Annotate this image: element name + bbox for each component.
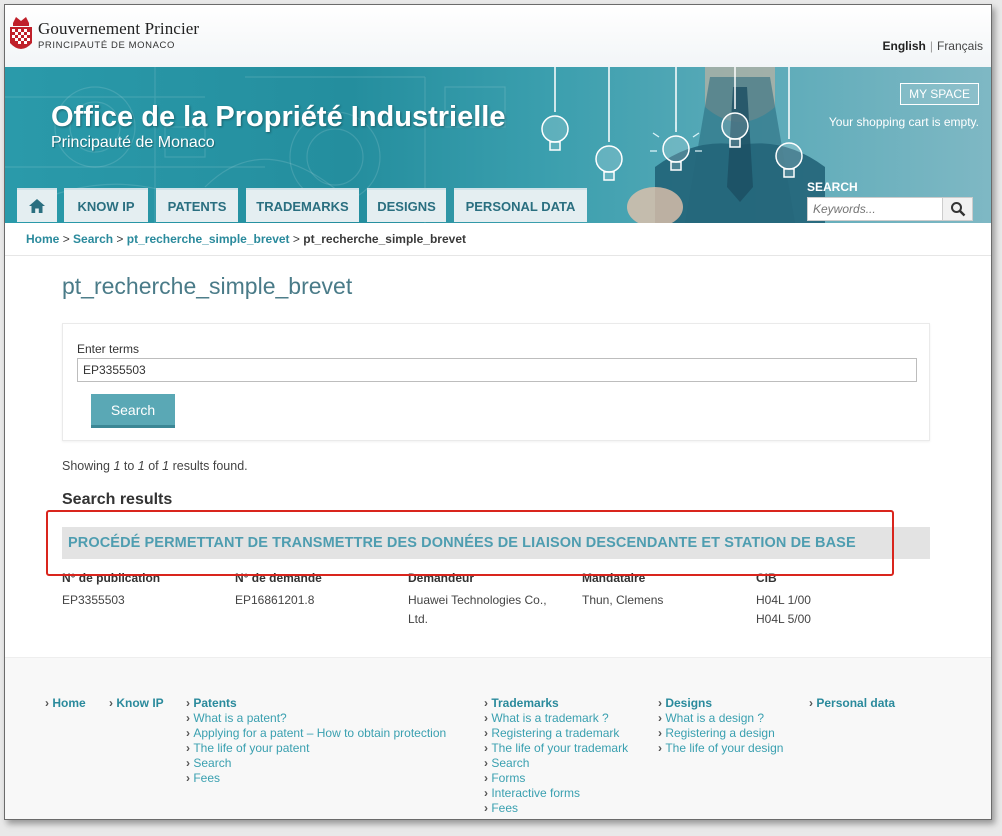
col-value-ipc: H04L 1/00 H04L 5/00 (756, 591, 811, 629)
footer-patents-heading[interactable]: Patents (186, 696, 446, 711)
footer-know-ip-link[interactable]: Know IP (109, 696, 163, 711)
breadcrumb-separator: > (116, 232, 124, 246)
footer-col-know-ip: Know IP (109, 696, 163, 711)
site-search-box (807, 197, 973, 221)
applicant-line-1: Huawei Technologies Co., (408, 593, 547, 607)
nav-tab-know-ip[interactable]: KNOW IP (64, 188, 148, 222)
search-label: SEARCH (807, 180, 858, 194)
footer-designs-link[interactable]: What is a design ? (658, 711, 783, 726)
my-space-button[interactable]: MY SPACE (900, 83, 979, 105)
office-subtitle: Principauté de Monaco (51, 134, 215, 151)
applicant-line-2: Ltd. (408, 612, 429, 626)
lang-english-link[interactable]: English (883, 39, 926, 53)
footer-designs-heading[interactable]: Designs (658, 696, 783, 711)
results-heading: Search results (62, 491, 173, 508)
footer-col-patents: Patents What is a patent? Applying for a… (186, 696, 446, 786)
hero-banner: Office de la Propriété Industrielle Prin… (5, 67, 991, 223)
breadcrumb-search-link[interactable]: Search (73, 232, 113, 246)
col-value-application: EP16861201.8 (235, 591, 314, 610)
footer-trademarks-link[interactable]: Registering a trademark (484, 726, 628, 741)
breadcrumb-separator: > (292, 232, 300, 246)
col-value-applicant: Huawei Technologies Co., Ltd. (408, 591, 547, 629)
col-value-agent: Thun, Clemens (582, 591, 663, 610)
footer-personal-data-link[interactable]: Personal data (809, 696, 895, 711)
footer-trademarks-heading[interactable]: Trademarks (484, 696, 628, 711)
government-name[interactable]: Gouvernement Princier (38, 19, 199, 39)
language-switcher: English | Français (883, 39, 983, 53)
monaco-crown-logo-icon[interactable] (8, 13, 34, 55)
nav-tab-personal-data[interactable]: PERSONAL DATA (454, 188, 587, 222)
results-count-prefix: Showing (62, 459, 110, 473)
result-title-bar[interactable]: PROCÉDÉ PERMETTANT DE TRANSMETTRE DES DO… (62, 527, 930, 559)
col-header-ipc: CIB (756, 571, 777, 585)
footer-col-home: Home (45, 696, 85, 711)
footer-designs-link[interactable]: Registering a design (658, 726, 783, 741)
top-bar: Gouvernement Princier PRINCIPAUTÉ DE MON… (5, 5, 991, 67)
nav-tab-trademarks[interactable]: TRADEMARKS (246, 188, 359, 222)
breadcrumb-separator: > (62, 232, 70, 246)
lang-separator: | (929, 39, 933, 53)
col-header-agent: Mandataire (582, 571, 646, 585)
results-count-from: 1 (113, 459, 121, 473)
results-count: Showing 1 to 1 of 1 results found. (62, 459, 248, 473)
breadcrumb-home-link[interactable]: Home (26, 232, 59, 246)
footer-trademarks-link[interactable]: Forms (484, 771, 628, 786)
col-header-application: N° de demande (235, 571, 322, 585)
results-count-suffix: results found. (172, 459, 248, 473)
results-count-total: 1 (162, 459, 170, 473)
footer-patents-link[interactable]: What is a patent? (186, 711, 446, 726)
col-header-publication: N° de publication (62, 571, 161, 585)
footer-col-trademarks: Trademarks What is a trademark ? Registe… (484, 696, 628, 816)
browser-frame: Gouvernement Princier PRINCIPAUTÉ DE MON… (4, 4, 992, 820)
breadcrumb-page-link[interactable]: pt_recherche_simple_brevet (127, 232, 290, 246)
results-count-to-word: to (123, 459, 135, 473)
site-search-input[interactable] (808, 198, 942, 220)
breadcrumb: Home > Search > pt_recherche_simple_brev… (26, 232, 466, 246)
site-search-button[interactable] (942, 198, 972, 220)
nav-tab-home[interactable] (17, 188, 57, 222)
search-submit-button[interactable]: Search (91, 394, 175, 428)
footer-patents-link[interactable]: Fees (186, 771, 446, 786)
search-panel: Enter terms Search (62, 323, 930, 441)
application-number: EP16861201.8 (235, 593, 315, 607)
page-title: pt_recherche_simple_brevet (62, 273, 353, 299)
col-header-applicant: Demandeur (408, 571, 475, 585)
terms-label: Enter terms (77, 342, 140, 356)
publication-number: EP3355503 (62, 593, 125, 607)
home-icon (29, 199, 45, 214)
nav-tab-patents[interactable]: PATENTS (156, 188, 238, 222)
footer-col-designs: Designs What is a design ? Registering a… (658, 696, 783, 756)
office-title: Office de la Propriété Industrielle (51, 101, 506, 133)
agent-name: Thun, Clemens (582, 593, 664, 607)
footer-trademarks-link[interactable]: Fees (484, 801, 628, 816)
government-subtitle: PRINCIPAUTÉ DE MONACO (38, 40, 175, 51)
footer-patents-link[interactable]: Applying for a patent – How to obtain pr… (186, 726, 446, 741)
footer-trademarks-link[interactable]: What is a trademark ? (484, 711, 628, 726)
footer-home-link[interactable]: Home (45, 696, 85, 711)
footer-designs-link[interactable]: The life of your design (658, 741, 783, 756)
footer-col-personal-data: Personal data (809, 696, 895, 711)
footer-patents-link[interactable]: The life of your patent (186, 741, 446, 756)
breadcrumb-divider (5, 255, 991, 256)
nav-tab-designs[interactable]: DESIGNS (367, 188, 446, 222)
results-count-to: 1 (137, 459, 145, 473)
footer-trademarks-link[interactable]: The life of your trademark (484, 741, 628, 756)
footer-patents-link[interactable]: Search (186, 756, 446, 771)
magnifier-icon (950, 202, 965, 217)
col-value-publication: EP3355503 (62, 591, 125, 610)
terms-input[interactable] (77, 358, 917, 382)
lang-french-link[interactable]: Français (937, 39, 983, 53)
footer-trademarks-link[interactable]: Search (484, 756, 628, 771)
footer-trademarks-link[interactable]: Interactive forms (484, 786, 628, 801)
result-title-link[interactable]: PROCÉDÉ PERMETTANT DE TRANSMETTRE DES DO… (68, 535, 856, 551)
shopping-cart-status[interactable]: Your shopping cart is empty. (829, 115, 979, 129)
ipc-code-1: H04L 1/00 (756, 593, 811, 607)
breadcrumb-current: pt_recherche_simple_brevet (303, 232, 466, 246)
results-count-of-word: of (148, 459, 159, 473)
ipc-code-2: H04L 5/00 (756, 612, 811, 626)
